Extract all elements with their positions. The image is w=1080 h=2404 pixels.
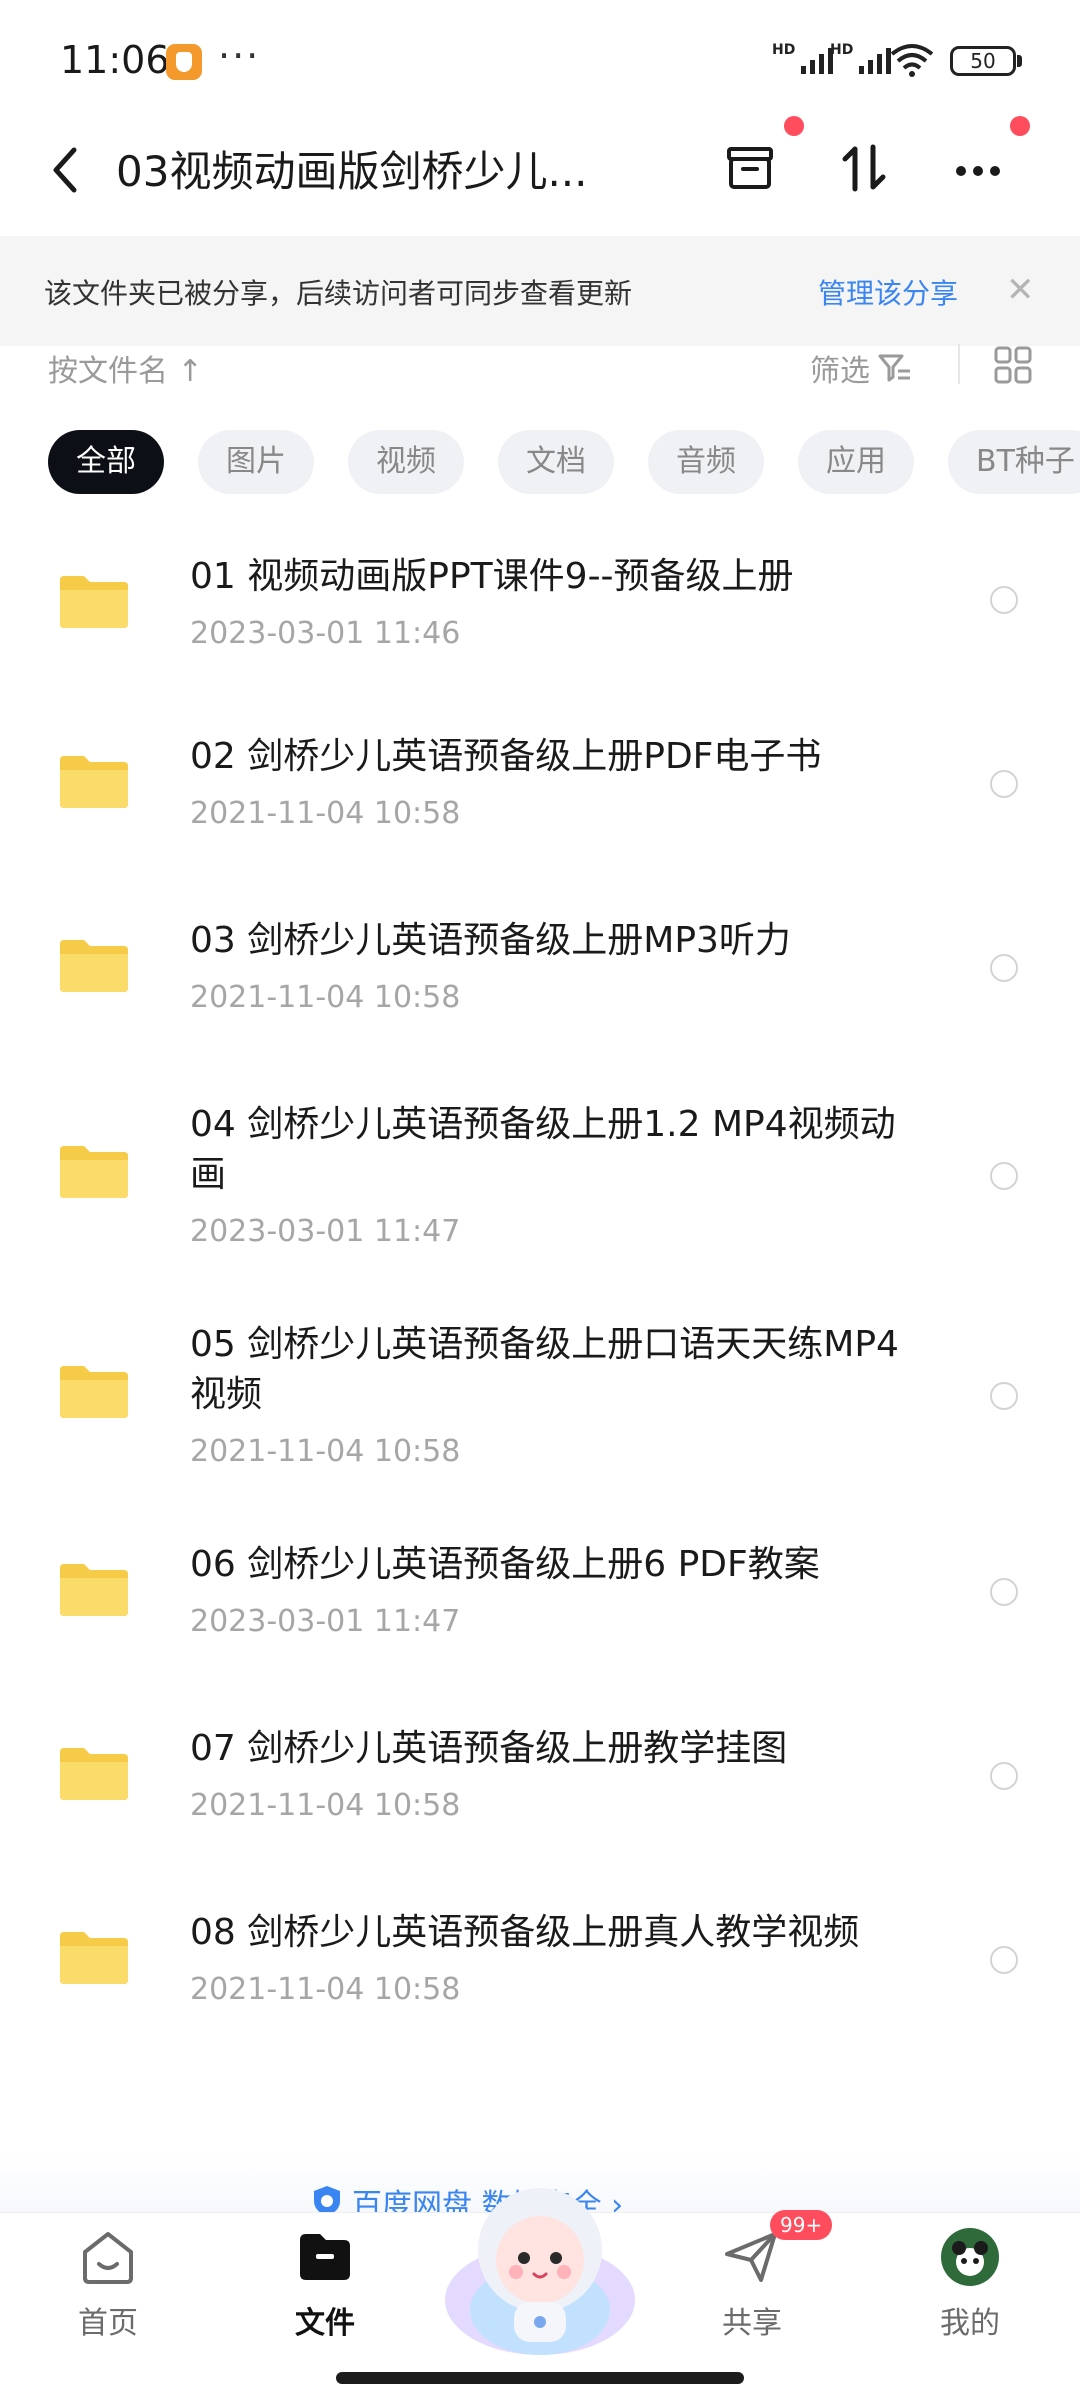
select-radio[interactable] (990, 770, 1018, 798)
file-date: 2023-03-01 11:47 (190, 1214, 461, 1249)
system-home-indicator[interactable] (336, 2372, 744, 2384)
select-radio[interactable] (990, 1162, 1018, 1190)
folder-icon (60, 1564, 128, 1616)
more-icon (956, 166, 1000, 176)
chip-apps[interactable]: 应用 (798, 430, 914, 494)
signal-hd-label: HD (772, 42, 796, 58)
tab-files[interactable]: 文件 (255, 2226, 395, 2342)
battery-indicator: 50 (950, 46, 1016, 76)
file-name: 05 剑桥少儿英语预备级上册口语天天练MP4视频 (190, 1324, 899, 1415)
chip-all[interactable]: 全部 (48, 430, 164, 494)
file-row[interactable]: 07 剑桥少儿英语预备级上册教学挂图 2021-11-04 10:58 (0, 1716, 1080, 1876)
file-name: 02 剑桥少儿英语预备级上册PDF电子书 (190, 736, 822, 777)
assistant-mascot[interactable] (440, 2160, 640, 2360)
chip-documents[interactable]: 文档 (498, 430, 614, 494)
sort-label: 按文件名 (48, 354, 168, 389)
banner-close-icon[interactable]: ✕ (1006, 270, 1035, 310)
folder-icon (60, 940, 128, 992)
filter-icon (878, 354, 910, 382)
folder-icon (60, 576, 128, 628)
page-title: 03视频动画版剑桥少儿... (116, 147, 588, 196)
select-radio[interactable] (990, 954, 1018, 982)
file-name: 03 剑桥少儿英语预备级上册MP3听力 (190, 920, 791, 961)
status-time: 11:06 (60, 38, 170, 82)
tab-mine-label: 我的 (940, 2306, 1000, 2341)
sort-button[interactable] (832, 136, 896, 200)
tab-home-label: 首页 (78, 2306, 138, 2341)
chip-audio[interactable]: 音频 (648, 430, 764, 494)
archive-icon (727, 147, 773, 189)
battery-tip (1017, 55, 1022, 67)
select-radio[interactable] (990, 586, 1018, 614)
file-date: 2021-11-04 10:58 (190, 1788, 461, 1823)
app-notification-icon (166, 44, 202, 80)
tab-share-label: 共享 (722, 2306, 782, 2341)
share-banner-text: 该文件夹已被分享，后续访问者可同步查看更新 (44, 277, 633, 310)
file-row[interactable]: 04 剑桥少儿英语预备级上册1.2 MP4视频动画 2023-03-01 11:… (0, 1092, 1080, 1292)
signal-icon: HD (772, 42, 834, 74)
folder-icon (60, 1366, 128, 1418)
select-radio[interactable] (990, 1382, 1018, 1410)
file-name: 01 视频动画版PPT课件9--预备级上册 (190, 556, 794, 597)
file-row[interactable]: 02 剑桥少儿英语预备级上册PDF电子书 2021-11-04 10:58 (0, 724, 1080, 884)
more-notification-dot (1010, 116, 1030, 136)
folder-icon (60, 1932, 128, 1984)
signal-hd-label-2: HD (830, 42, 854, 58)
share-count-badge: 99+ (770, 2210, 833, 2240)
file-row[interactable]: 08 剑桥少儿英语预备级上册真人教学视频 2021-11-04 10:58 (0, 1900, 1080, 2060)
status-more-dots: ··· (218, 34, 261, 78)
file-date: 2021-11-04 10:58 (190, 1434, 461, 1469)
sort-arrow-icon: ↑ (177, 354, 203, 389)
grid-view-icon[interactable] (994, 346, 1032, 384)
manage-share-link[interactable]: 管理该分享 (818, 272, 958, 312)
folder-tab-icon (300, 2234, 350, 2280)
file-name: 07 剑桥少儿英语预备级上册教学挂图 (190, 1728, 788, 1769)
select-radio[interactable] (990, 1578, 1018, 1606)
file-row[interactable]: 01 视频动画版PPT课件9--预备级上册 2023-03-01 11:46 (0, 540, 1080, 700)
wifi-icon (890, 44, 934, 77)
file-row[interactable]: 06 剑桥少儿英语预备级上册6 PDF教案 2023-03-01 11:47 (0, 1532, 1080, 1692)
tab-mine[interactable]: 我的 (900, 2226, 1040, 2342)
sort-by-name-button[interactable]: 按文件名 ↑ (48, 346, 203, 390)
chip-videos[interactable]: 视频 (348, 430, 464, 494)
file-type-filter-chips: 全部 图片 视频 文档 音频 应用 BT种子 (48, 430, 1080, 494)
folder-icon (60, 1748, 128, 1800)
file-date: 2023-03-01 11:46 (190, 616, 461, 651)
home-icon (83, 2232, 133, 2284)
signal-icon-2: HD (830, 42, 892, 74)
file-name: 08 剑桥少儿英语预备级上册真人教学视频 (190, 1912, 860, 1953)
more-button[interactable] (946, 136, 1010, 200)
file-name: 04 剑桥少儿英语预备级上册1.2 MP4视频动画 (190, 1104, 896, 1195)
file-row[interactable]: 05 剑桥少儿英语预备级上册口语天天练MP4视频 2021-11-04 10:5… (0, 1312, 1080, 1512)
tab-files-label: 文件 (295, 2306, 355, 2341)
file-row[interactable]: 03 剑桥少儿英语预备级上册MP3听力 2021-11-04 10:58 (0, 908, 1080, 1068)
mascot-icon (445, 2188, 635, 2355)
file-date: 2023-03-01 11:47 (190, 1604, 461, 1639)
select-radio[interactable] (990, 1946, 1018, 1974)
filter-label: 筛选 (810, 354, 870, 389)
chip-bt-torrents[interactable]: BT种子 (948, 430, 1080, 494)
archive-button[interactable] (718, 136, 782, 200)
file-name: 06 剑桥少儿英语预备级上册6 PDF教案 (190, 1544, 820, 1585)
sort-icon (842, 144, 886, 192)
folder-icon (60, 1146, 128, 1198)
avatar (941, 2228, 999, 2286)
toolbar-divider (958, 344, 960, 384)
tab-share[interactable]: 共享 (682, 2226, 822, 2342)
folder-icon (60, 756, 128, 808)
select-radio[interactable] (990, 1762, 1018, 1790)
file-date: 2021-11-04 10:58 (190, 796, 461, 831)
tab-home[interactable]: 首页 (38, 2226, 178, 2342)
chip-images[interactable]: 图片 (198, 430, 314, 494)
filter-button[interactable]: 筛选 (810, 346, 912, 390)
file-date: 2021-11-04 10:58 (190, 980, 461, 1015)
file-date: 2021-11-04 10:58 (190, 1972, 461, 2007)
archive-notification-dot (784, 116, 804, 136)
back-icon[interactable] (40, 140, 90, 200)
